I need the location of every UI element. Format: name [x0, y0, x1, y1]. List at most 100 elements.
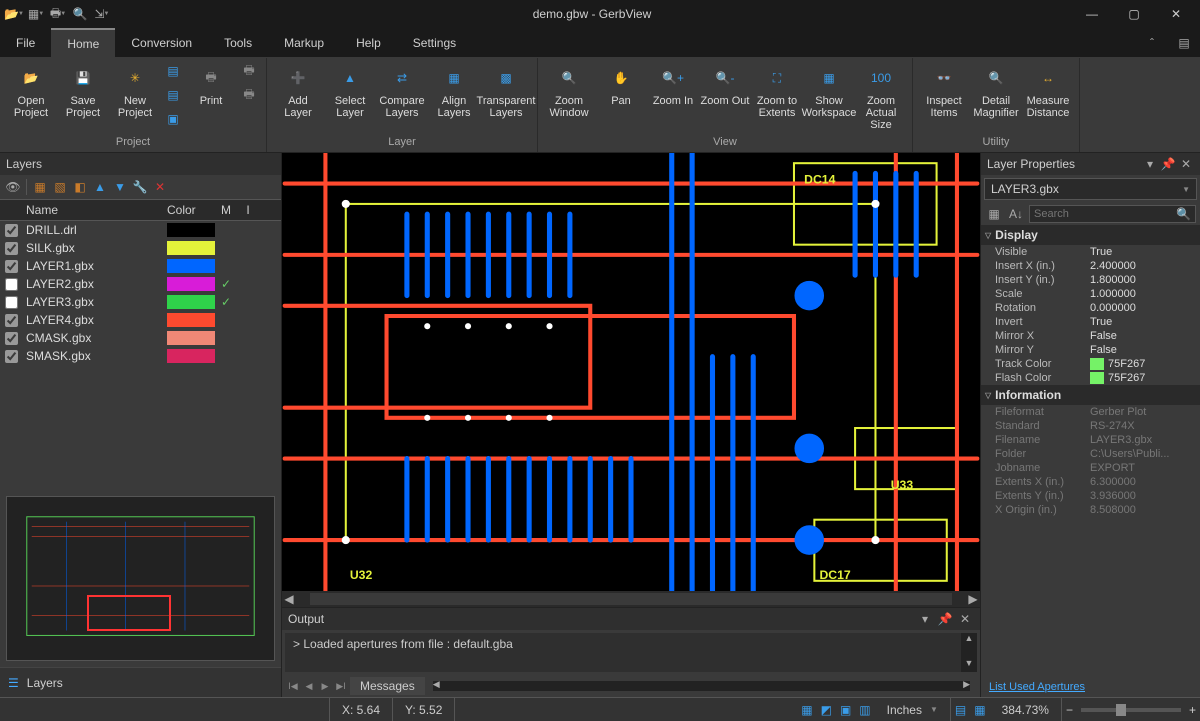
layer-row[interactable]: CMASK.gbx	[0, 329, 281, 347]
status-icon-4[interactable]: ▥	[855, 703, 874, 717]
props-categorized-icon[interactable]: ▦	[985, 205, 1003, 223]
align-layers-button[interactable]: ▦Align Layers	[429, 60, 479, 121]
select-layer-button[interactable]: ▲Select Layer	[325, 60, 375, 121]
props-sort-icon[interactable]: A↓	[1007, 205, 1025, 223]
prop-row[interactable]: Extents Y (in.)3.936000	[981, 489, 1200, 503]
status-zoom[interactable]: 384.73%	[990, 698, 1062, 721]
project-small-1[interactable]: ▤	[162, 60, 184, 82]
output-vscroll[interactable]: ▲▼	[961, 633, 977, 672]
inspect-items-button[interactable]: 👓Inspect Items	[919, 60, 969, 121]
qat-print-icon[interactable]: 🖶▼	[48, 4, 68, 24]
layer-visible-checkbox[interactable]	[5, 224, 18, 237]
layer-row[interactable]: SMASK.gbx	[0, 347, 281, 365]
props-search[interactable]: 🔍	[1029, 205, 1196, 223]
prop-row[interactable]: Track Color75F267	[981, 357, 1200, 371]
prop-group-head[interactable]: ▽Display	[981, 225, 1200, 245]
pcb-canvas[interactable]: U32 DC14 DC17 U33	[282, 153, 980, 591]
prop-row[interactable]: InvertTrue	[981, 315, 1200, 329]
layer-row[interactable]: LAYER3.gbx ✓	[0, 293, 281, 311]
open-project-button[interactable]: 📂Open Project	[6, 60, 56, 121]
project-small-3[interactable]: ▣	[162, 108, 184, 130]
layer-tb-delete[interactable]: ✕	[151, 178, 169, 196]
status-icon-6[interactable]: ▦	[970, 703, 989, 717]
output-menu-icon[interactable]: ▾	[916, 610, 934, 628]
prop-row[interactable]: FolderC:\Users\Publi...	[981, 447, 1200, 461]
layer-row[interactable]: SILK.gbx	[0, 239, 281, 257]
prop-row[interactable]: X Origin (in.)8.508000	[981, 503, 1200, 517]
menu-markup[interactable]: Markup	[268, 28, 340, 57]
prop-group-head[interactable]: ▽Information	[981, 385, 1200, 405]
prop-row[interactable]: Flash Color75F267	[981, 371, 1200, 385]
prop-row[interactable]: JobnameEXPORT	[981, 461, 1200, 475]
canvas-hscroll[interactable]: ◀▶	[282, 591, 980, 607]
zoom-window-button[interactable]: 🔍Zoom Window	[544, 60, 594, 121]
zoom-out-button[interactable]: 🔍-Zoom Out	[700, 60, 750, 109]
props-layer-selector[interactable]: LAYER3.gbx▼	[984, 178, 1197, 200]
detail-magnifier-button[interactable]: 🔍Detail Magnifier	[971, 60, 1021, 121]
output-nav-first[interactable]: I◀	[286, 681, 300, 692]
layer-color-swatch[interactable]	[167, 295, 215, 309]
compare-layers-button[interactable]: ⇄Compare Layers	[377, 60, 427, 121]
layer-visible-checkbox[interactable]	[5, 278, 18, 291]
prop-row[interactable]: Extents X (in.)6.300000	[981, 475, 1200, 489]
layer-visible-checkbox[interactable]	[5, 296, 18, 309]
layer-tb-wrench[interactable]: 🔧	[131, 178, 149, 196]
output-close-icon[interactable]: ✕	[956, 610, 974, 628]
zoom-plus[interactable]: +	[1185, 703, 1200, 717]
ribbon-collapse-icon[interactable]: ˆ	[1136, 28, 1168, 57]
add-layer-button[interactable]: ➕Add Layer	[273, 60, 323, 121]
props-pin-icon[interactable]: 📌	[1160, 156, 1176, 172]
prop-row[interactable]: Insert X (in.)2.400000	[981, 259, 1200, 273]
layer-visible-checkbox[interactable]	[5, 314, 18, 327]
layer-tb-visibility[interactable]: 👁	[4, 178, 22, 196]
output-hscroll[interactable]: ◀▶	[433, 681, 970, 691]
measure-distance-button[interactable]: ↔Measure Distance	[1023, 60, 1073, 121]
prop-row[interactable]: Scale1.000000	[981, 287, 1200, 301]
layer-row[interactable]: LAYER4.gbx	[0, 311, 281, 329]
layer-color-swatch[interactable]	[167, 313, 215, 327]
maximize-button[interactable]: ▢	[1114, 0, 1154, 28]
new-project-button[interactable]: ✳New Project	[110, 60, 160, 121]
layer-row[interactable]: LAYER2.gbx ✓	[0, 275, 281, 293]
layer-visible-checkbox[interactable]	[5, 350, 18, 363]
menu-settings[interactable]: Settings	[397, 28, 472, 57]
zoom-slider[interactable]	[1081, 708, 1181, 712]
pan-button[interactable]: ✋Pan	[596, 60, 646, 109]
prop-row[interactable]: FilenameLAYER3.gbx	[981, 433, 1200, 447]
layer-tb-add[interactable]: ▦	[31, 178, 49, 196]
output-tab-messages[interactable]: Messages	[350, 677, 425, 695]
status-icon-1[interactable]: ▦	[797, 703, 816, 717]
prop-row[interactable]: VisibleTrue	[981, 245, 1200, 259]
layer-tb-toggle[interactable]: ◧	[71, 178, 89, 196]
qat-open-icon[interactable]: 📂▼	[4, 4, 24, 24]
layer-tb-down[interactable]: ▼	[111, 178, 129, 196]
layer-color-swatch[interactable]	[167, 241, 215, 255]
prop-row[interactable]: FileformatGerber Plot	[981, 405, 1200, 419]
list-apertures-link[interactable]: List Used Apertures	[989, 681, 1085, 693]
prop-row[interactable]: Rotation0.000000	[981, 301, 1200, 315]
print-small-1[interactable]: 🖶	[238, 60, 260, 82]
props-search-input[interactable]	[1034, 208, 1176, 220]
status-icon-3[interactable]: ▣	[836, 703, 855, 717]
layer-visible-checkbox[interactable]	[5, 332, 18, 345]
layer-row[interactable]: LAYER1.gbx	[0, 257, 281, 275]
zoom-in-button[interactable]: 🔍+Zoom In	[648, 60, 698, 109]
zoom-extents-button[interactable]: ⛶Zoom to Extents	[752, 60, 802, 121]
layer-color-swatch[interactable]	[167, 331, 215, 345]
output-nav-last[interactable]: ▶I	[334, 681, 348, 692]
props-menu-icon[interactable]: ▾	[1142, 156, 1158, 172]
status-icon-5[interactable]: ▤	[951, 703, 970, 717]
qat-export-icon[interactable]: ⇲▼	[92, 4, 112, 24]
menu-conversion[interactable]: Conversion	[115, 28, 208, 57]
layer-row[interactable]: DRILL.drl	[0, 221, 281, 239]
layer-color-swatch[interactable]	[167, 223, 215, 237]
minimize-button[interactable]: —	[1072, 0, 1112, 28]
mini-preview[interactable]	[6, 496, 275, 661]
layer-tb-copy[interactable]: ▧	[51, 178, 69, 196]
layer-tb-up[interactable]: ▲	[91, 178, 109, 196]
prop-row[interactable]: Mirror XFalse	[981, 329, 1200, 343]
layer-color-swatch[interactable]	[167, 259, 215, 273]
transparent-layers-button[interactable]: ▩Transparent Layers	[481, 60, 531, 121]
menu-tools[interactable]: Tools	[208, 28, 268, 57]
output-nav-prev[interactable]: ◀	[302, 681, 316, 692]
